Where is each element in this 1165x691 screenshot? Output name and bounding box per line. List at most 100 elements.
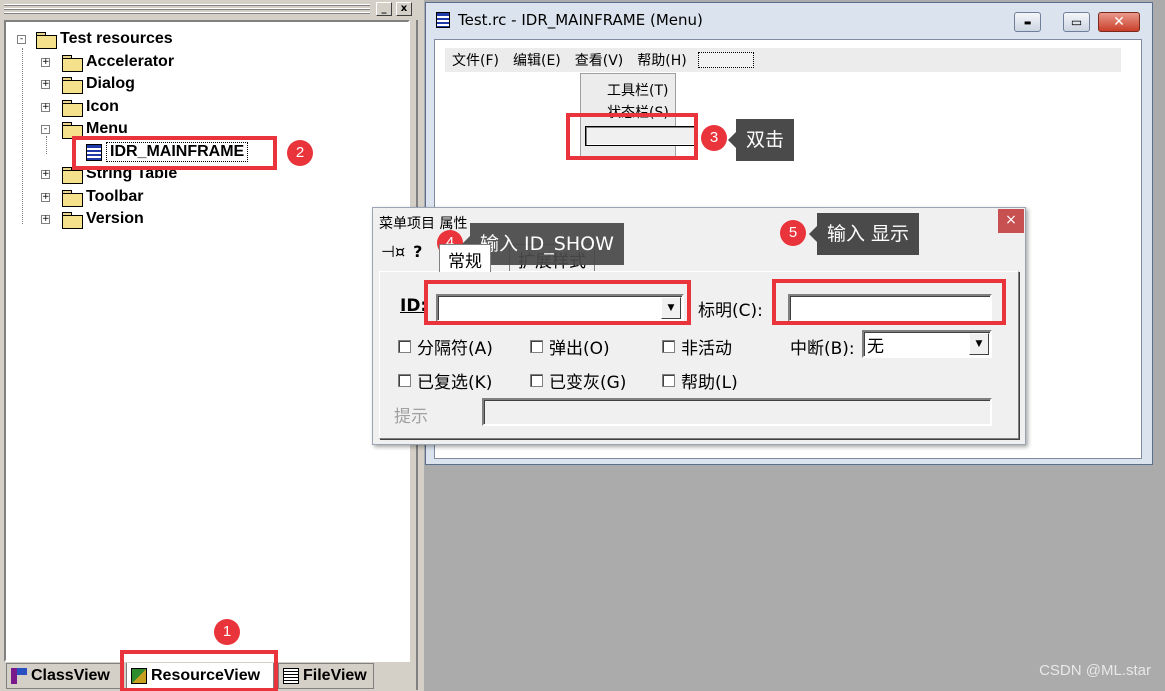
tree-item-label: Toolbar — [86, 188, 144, 205]
expand-toggle-version[interactable]: + — [41, 215, 50, 224]
step-badge-2: 2 — [287, 140, 313, 166]
tree-item-label: Test resources — [60, 30, 173, 47]
tab-fileview[interactable]: FileView — [278, 663, 374, 689]
menu-file[interactable]: 文件(F) — [445, 50, 506, 70]
checkbox-grayed[interactable]: 已变灰(G) — [530, 368, 626, 393]
highlight-new-menu-item — [566, 113, 698, 160]
highlight-resourceview-tab — [120, 650, 278, 691]
folder-icon — [62, 189, 83, 207]
checkbox-box[interactable] — [530, 340, 543, 353]
prompt-label: 提示 — [394, 407, 428, 427]
dropdown-toolbar-item[interactable]: 工具栏(T) — [607, 80, 668, 100]
checkbox-box[interactable] — [530, 374, 543, 387]
break-select[interactable]: 无 ▼ — [862, 330, 992, 358]
menu-help[interactable]: 帮助(H) — [630, 50, 693, 70]
tree-item-version[interactable]: Version — [62, 208, 144, 230]
tab-general[interactable]: 常规 — [439, 244, 491, 272]
caption-label: 标明(C): — [698, 301, 763, 321]
checkbox-label: 非活动 — [681, 339, 732, 359]
file-icon — [283, 668, 299, 684]
editor-title: Test.rc - IDR_MAINFRAME (Menu) — [458, 11, 703, 29]
dialog-toolbar: ⊣¤ ? — [381, 242, 422, 261]
tree-item-accelerator[interactable]: Accelerator — [62, 51, 174, 73]
checkbox-box[interactable] — [662, 340, 675, 353]
prompt-input — [482, 398, 992, 426]
editor-titlebar[interactable]: Test.rc - IDR_MAINFRAME (Menu) — [426, 3, 1152, 37]
folder-icon — [62, 99, 83, 117]
break-value: 无 — [867, 337, 884, 357]
tree-item-dialog[interactable]: Dialog — [62, 73, 135, 95]
menu-edit[interactable]: 编辑(E) — [506, 50, 568, 70]
folder-icon — [62, 76, 83, 94]
pin-icon[interactable]: ⊣¤ — [381, 242, 405, 261]
root-collapse-toggle[interactable]: - — [17, 35, 26, 44]
callout-double-click: 双击 — [727, 119, 795, 161]
pane-minimize-button[interactable]: _ — [376, 2, 392, 16]
checkbox-box[interactable] — [398, 340, 411, 353]
menu-bar: 文件(F) 编辑(E) 查看(V) 帮助(H) — [445, 48, 1121, 72]
checkbox-label: 分隔符(A) — [417, 339, 493, 359]
minimize-button[interactable]: ▬ — [1014, 12, 1041, 32]
tree-line — [46, 136, 47, 154]
tree-item-toolbar[interactable]: Toolbar — [62, 186, 143, 208]
tree-item-icon[interactable]: Icon — [62, 96, 119, 118]
open-folder-icon — [62, 121, 83, 139]
highlight-caption-field — [772, 279, 1006, 325]
pane-grip[interactable] — [4, 4, 370, 14]
checkbox-inactive[interactable]: 非活动 — [662, 334, 732, 359]
step-badge-1: 1 — [214, 619, 240, 645]
checkbox-separator[interactable]: 分隔符(A) — [398, 334, 493, 359]
checkbox-popup[interactable]: 弹出(O) — [530, 334, 610, 359]
tab-label: ClassView — [31, 667, 110, 684]
close-button[interactable]: ✕ — [1098, 12, 1140, 32]
tree-line — [22, 48, 23, 224]
maximize-button[interactable]: ▭ — [1063, 12, 1090, 32]
expand-toggle-dialog[interactable]: + — [41, 80, 50, 89]
callout-enter-id: 输入 ID_SHOW — [462, 223, 624, 265]
checkbox-box[interactable] — [398, 374, 411, 387]
checkbox-help[interactable]: 帮助(L) — [662, 368, 738, 393]
workspace-pane: _ x - Test resources + Accelerator + Dia… — [0, 0, 424, 691]
expand-toggle-menu[interactable]: - — [41, 125, 50, 134]
checkbox-label: 帮助(L) — [681, 373, 738, 393]
watermark: CSDN @ML.star — [1039, 662, 1151, 679]
checkbox-label: 弹出(O) — [549, 339, 610, 359]
folder-icon — [62, 54, 83, 72]
callout-enter-caption: 输入 显示 — [808, 213, 920, 255]
tree-item-label: Version — [86, 210, 144, 227]
checkbox-label: 已复选(K) — [417, 373, 493, 393]
tab-label: FileView — [303, 667, 367, 684]
highlight-id-field — [424, 280, 691, 325]
pane-close-button[interactable]: x — [396, 2, 412, 16]
close-icon: ✕ — [1113, 14, 1125, 30]
step-badge-3: 3 — [701, 125, 727, 151]
highlight-idr-mainframe — [72, 136, 277, 170]
expand-toggle-string-table[interactable]: + — [41, 170, 50, 179]
step-badge-5: 5 — [780, 220, 806, 246]
minimize-icon: ▬ — [1023, 17, 1032, 27]
tab-label: 常规 — [448, 252, 482, 272]
class-icon — [11, 668, 27, 684]
dialog-close-button[interactable]: × — [998, 209, 1024, 233]
folder-icon — [62, 211, 83, 229]
resource-tree: - Test resources + Accelerator + Dialog … — [4, 20, 410, 662]
expand-toggle-icon[interactable]: + — [41, 103, 50, 112]
checkbox-label: 已变灰(G) — [549, 373, 627, 393]
expand-toggle-accelerator[interactable]: + — [41, 58, 50, 67]
break-label: 中断(B): — [790, 339, 855, 359]
menu-view[interactable]: 查看(V) — [568, 50, 631, 70]
tree-item-label: Icon — [86, 98, 119, 115]
expand-toggle-toolbar[interactable]: + — [41, 193, 50, 202]
chevron-down-icon[interactable]: ▼ — [969, 333, 989, 355]
help-icon[interactable]: ? — [413, 242, 422, 261]
checkbox-checked[interactable]: 已复选(K) — [398, 368, 492, 393]
menu-new-item-placeholder[interactable] — [697, 52, 754, 68]
tab-classview[interactable]: ClassView — [6, 663, 122, 689]
open-folder-icon — [36, 31, 57, 49]
close-icon: × — [1005, 212, 1017, 228]
menu-resource-icon — [436, 12, 450, 28]
checkbox-box[interactable] — [662, 374, 675, 387]
tree-item-root[interactable]: Test resources — [36, 28, 173, 50]
maximize-icon: ▭ — [1070, 15, 1083, 29]
tree-item-label: Accelerator — [86, 53, 175, 70]
